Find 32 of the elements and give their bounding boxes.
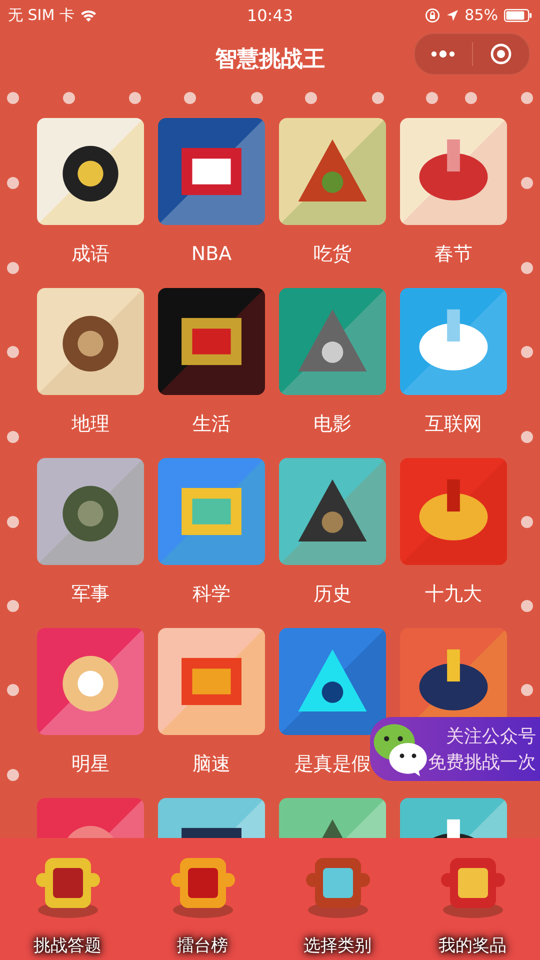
location-arrow-icon: [446, 8, 459, 22]
banner-text: 免费挑战一次: [428, 751, 536, 774]
tab-item[interactable]: 选择类别: [272, 838, 402, 960]
close-icon: [490, 43, 512, 65]
category-label: NBA: [191, 242, 232, 266]
category-label: 成语: [72, 242, 110, 266]
banner-text: 关注公众号: [446, 725, 536, 748]
category-label: 吃货: [314, 242, 352, 266]
category-label: 是真是假: [294, 752, 370, 776]
follow-toast[interactable]: 关注公众号 免费挑战一次: [370, 717, 540, 781]
category-label: 历史: [314, 582, 352, 606]
category-label: 春节: [434, 242, 472, 266]
category-label: 军事: [72, 582, 110, 606]
category-label: 明星: [72, 752, 110, 776]
category-label: 科学: [192, 582, 230, 606]
category-label: 互联网: [425, 412, 482, 436]
category-label: 地理: [72, 412, 110, 436]
tab-item[interactable]: 我的奖品: [408, 838, 538, 960]
category-label: 脑速: [192, 752, 230, 776]
wifi-icon: [80, 8, 98, 22]
category-label: 生活: [192, 412, 230, 436]
page-title: 智慧挑战王: [215, 46, 325, 74]
rotation-lock-icon: [424, 8, 440, 22]
tab-item[interactable]: 擂台榜: [138, 838, 268, 960]
battery-percent-text: 85%: [464, 6, 498, 24]
category-label: 十九大: [425, 582, 482, 606]
time-text: 10:43: [246, 6, 294, 24]
category-label: 电影: [314, 412, 352, 436]
carrier-text: 无 SIM 卡: [8, 6, 74, 24]
tab-item[interactable]: 挑战答题: [2, 838, 132, 960]
more-icon: [431, 50, 456, 58]
battery-icon: [504, 8, 532, 22]
